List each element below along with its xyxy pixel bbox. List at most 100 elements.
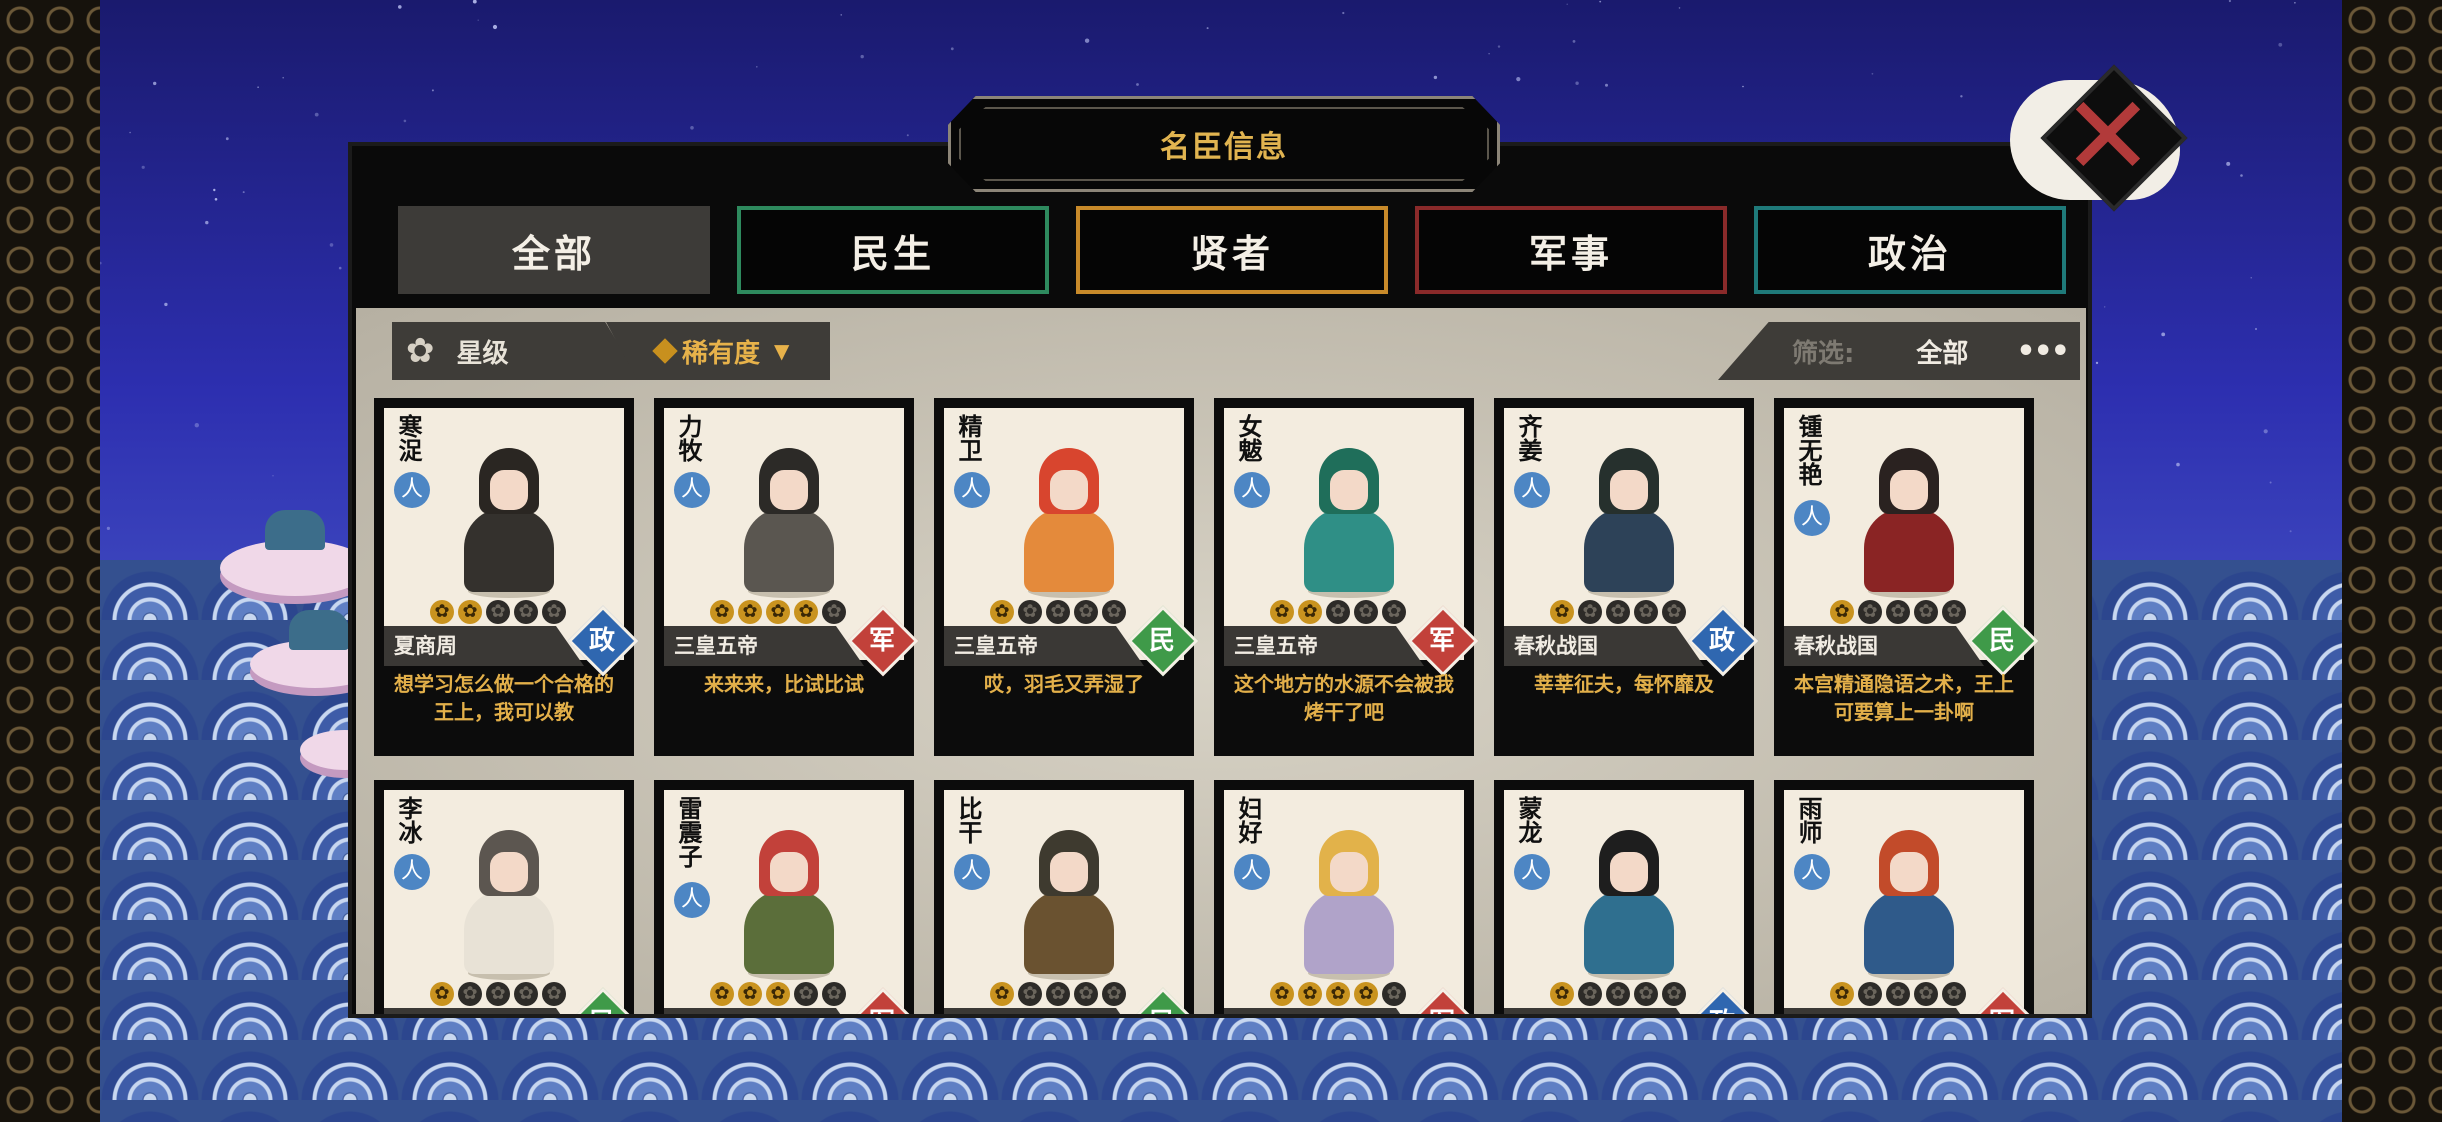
minister-card[interactable]: 锺无艳 人 ✿ ✿ ✿ ✿ ✿ 春秋战国 民 本宫精通隐语之术，王上可要算上一卦啊	[1774, 398, 2039, 756]
minister-card[interactable]: 李冰 人 ✿✿✿✿✿ 民	[374, 780, 639, 1014]
star-icon: ✿	[486, 982, 510, 1006]
star-icon: ✿	[822, 982, 846, 1006]
filter-bar: ✿ 星级 稀有度 ▼ 筛选: 全部 •••	[392, 322, 2086, 382]
minister-name: 蒙龙	[1514, 796, 1542, 844]
era-label	[1224, 1008, 1424, 1014]
minister-name: 雨师	[1794, 796, 1822, 844]
card-portrait: 齐姜 人 ✿ ✿ ✿ ✿ ✿ 春秋战国 政	[1504, 408, 1759, 677]
star-icon: ✿	[1046, 982, 1070, 1006]
card-portrait: 李冰 人 ✿✿✿✿✿ 民	[384, 790, 639, 1014]
card-portrait: 女魃 人 ✿ ✿ ✿ ✿ ✿ 三皇五帝 军	[1224, 408, 1479, 677]
person-icon: 人	[1794, 500, 1830, 536]
type-label: 民	[1148, 626, 1175, 656]
star-icon: ✿	[430, 600, 454, 624]
minister-name: 力牧	[674, 414, 702, 462]
minister-figure	[454, 448, 564, 598]
star-rating: ✿ ✿ ✿ ✿ ✿	[1830, 600, 1966, 624]
star-icon: ✿	[1634, 982, 1658, 1006]
tab-politics[interactable]: 政治	[1754, 206, 2066, 294]
minister-card[interactable]: 雨师 人 ✿✿✿✿✿ 军	[1774, 780, 2039, 1014]
person-icon: 人	[1794, 854, 1830, 890]
minister-name: 李冰	[394, 796, 422, 844]
star-icon: ✿	[1382, 600, 1406, 624]
tab-all[interactable]: 全部	[398, 206, 710, 294]
star-icon: ✿	[1270, 982, 1294, 1006]
minister-card[interactable]: 比干 人 ✿✿✿✿✿ 民	[934, 780, 1199, 1014]
era-label: 夏商周	[384, 626, 584, 666]
tab-sages[interactable]: 贤者	[1076, 206, 1388, 294]
era-label: 三皇五帝	[1224, 626, 1424, 666]
minister-name: 比干	[954, 796, 982, 844]
star-icon: ✿	[990, 600, 1014, 624]
minister-card[interactable]: 女魃 人 ✿ ✿ ✿ ✿ ✿ 三皇五帝 军 这个地方的水源不会被我烤干了吧	[1214, 398, 1479, 756]
star-icon: ✿	[794, 982, 818, 1006]
star-icon: ✿	[1578, 982, 1602, 1006]
minister-card[interactable]: 齐姜 人 ✿ ✿ ✿ ✿ ✿ 春秋战国 政 莘莘征夫，每怀靡及	[1494, 398, 1759, 756]
minister-figure	[1854, 830, 1964, 980]
minister-card[interactable]: 妇好 人 ✿✿✿✿✿ 军	[1214, 780, 1479, 1014]
person-icon: 人	[1234, 472, 1270, 508]
dropdown-arrow-icon: ▼	[774, 339, 790, 363]
close-button[interactable]: ✕	[2010, 64, 2190, 226]
star-icon: ✿	[1354, 982, 1378, 1006]
minister-card[interactable]: 寒浞 人 ✿ ✿ ✿ ✿ ✿ 夏商周 政 想学习怎么做一个合格的王上，我可以教	[374, 398, 639, 756]
minister-name: 寒浞	[394, 414, 422, 462]
star-sort-button[interactable]: ✿ 星级	[392, 322, 640, 380]
card-portrait: 力牧 人 ✿ ✿ ✿ ✿ ✿ 三皇五帝 军	[664, 408, 919, 677]
star-rating: ✿ ✿ ✿ ✿ ✿	[430, 600, 566, 624]
minister-name: 齐姜	[1514, 414, 1542, 462]
star-icon: ✿	[1326, 982, 1350, 1006]
minister-card[interactable]: 雷震子 人 ✿✿✿✿✿ 军	[654, 780, 919, 1014]
type-label: 军	[1414, 998, 1470, 1014]
type-label: 军	[854, 998, 910, 1014]
card-portrait: 蒙龙 人 ✿✿✿✿✿ 政	[1504, 790, 1759, 1014]
star-icon: ✿	[514, 600, 538, 624]
star-rating: ✿ ✿ ✿ ✿ ✿	[710, 600, 846, 624]
star-icon: ✿	[1382, 982, 1406, 1006]
page-title: 名臣信息	[1160, 130, 1288, 165]
era-label: 春秋战国	[1504, 626, 1704, 666]
minister-card[interactable]: 力牧 人 ✿ ✿ ✿ ✿ ✿ 三皇五帝 军 来来来，比试比试	[654, 398, 919, 756]
star-icon: ✿	[1858, 982, 1882, 1006]
star-icon: ✿	[1298, 982, 1322, 1006]
type-label: 政	[588, 626, 615, 656]
minister-figure	[1294, 830, 1404, 980]
minister-name: 锺无艳	[1794, 414, 1822, 486]
star-icon: ✿	[1662, 982, 1686, 1006]
person-icon: 人	[1514, 472, 1550, 508]
star-icon: ✿	[1578, 600, 1602, 624]
star-icon: ✿	[1606, 982, 1630, 1006]
tab-military[interactable]: 军事	[1415, 206, 1727, 294]
star-icon: ✿	[1830, 600, 1854, 624]
minister-figure	[734, 830, 844, 980]
more-options-icon[interactable]: •••	[2016, 334, 2070, 369]
minister-name: 妇好	[1234, 796, 1262, 844]
tab-livelihood[interactable]: 民生	[737, 206, 1049, 294]
minister-figure	[1854, 448, 1964, 598]
era-label	[944, 1008, 1144, 1014]
star-icon: ✿	[1858, 600, 1882, 624]
rarity-sort-button[interactable]: 稀有度 ▼	[606, 322, 830, 380]
minister-card[interactable]: 蒙龙 人 ✿✿✿✿✿ 政	[1494, 780, 1759, 1014]
person-icon: 人	[954, 854, 990, 890]
screen-filter-dropdown[interactable]: 筛选: 全部 •••	[1718, 322, 2080, 380]
star-icon: ✿	[1046, 600, 1070, 624]
star-icon: ✿	[1914, 600, 1938, 624]
star-icon: ✿	[486, 600, 510, 624]
minister-card[interactable]: 精卫 人 ✿ ✿ ✿ ✿ ✿ 三皇五帝 民 哎，羽毛又弄湿了	[934, 398, 1199, 756]
era-label	[1504, 1008, 1704, 1014]
card-portrait: 妇好 人 ✿✿✿✿✿ 军	[1224, 790, 1479, 1014]
star-icon: ✿	[1298, 600, 1322, 624]
star-icon: ✿	[710, 982, 734, 1006]
star-icon: ✿	[710, 600, 734, 624]
card-portrait: 锺无艳 人 ✿ ✿ ✿ ✿ ✿ 春秋战国 民	[1784, 408, 2039, 677]
star-icon: ✿	[1074, 982, 1098, 1006]
star-icon: ✿	[1886, 600, 1910, 624]
minister-quote: 来来来，比试比试	[704, 672, 864, 696]
star-icon: ✿	[1354, 600, 1378, 624]
card-portrait: 寒浞 人 ✿ ✿ ✿ ✿ ✿ 夏商周 政	[384, 408, 639, 677]
minister-figure	[1294, 448, 1404, 598]
minister-name: 女魃	[1234, 414, 1262, 462]
star-icon: ✿	[430, 982, 454, 1006]
star-icon: ✿	[1018, 600, 1042, 624]
